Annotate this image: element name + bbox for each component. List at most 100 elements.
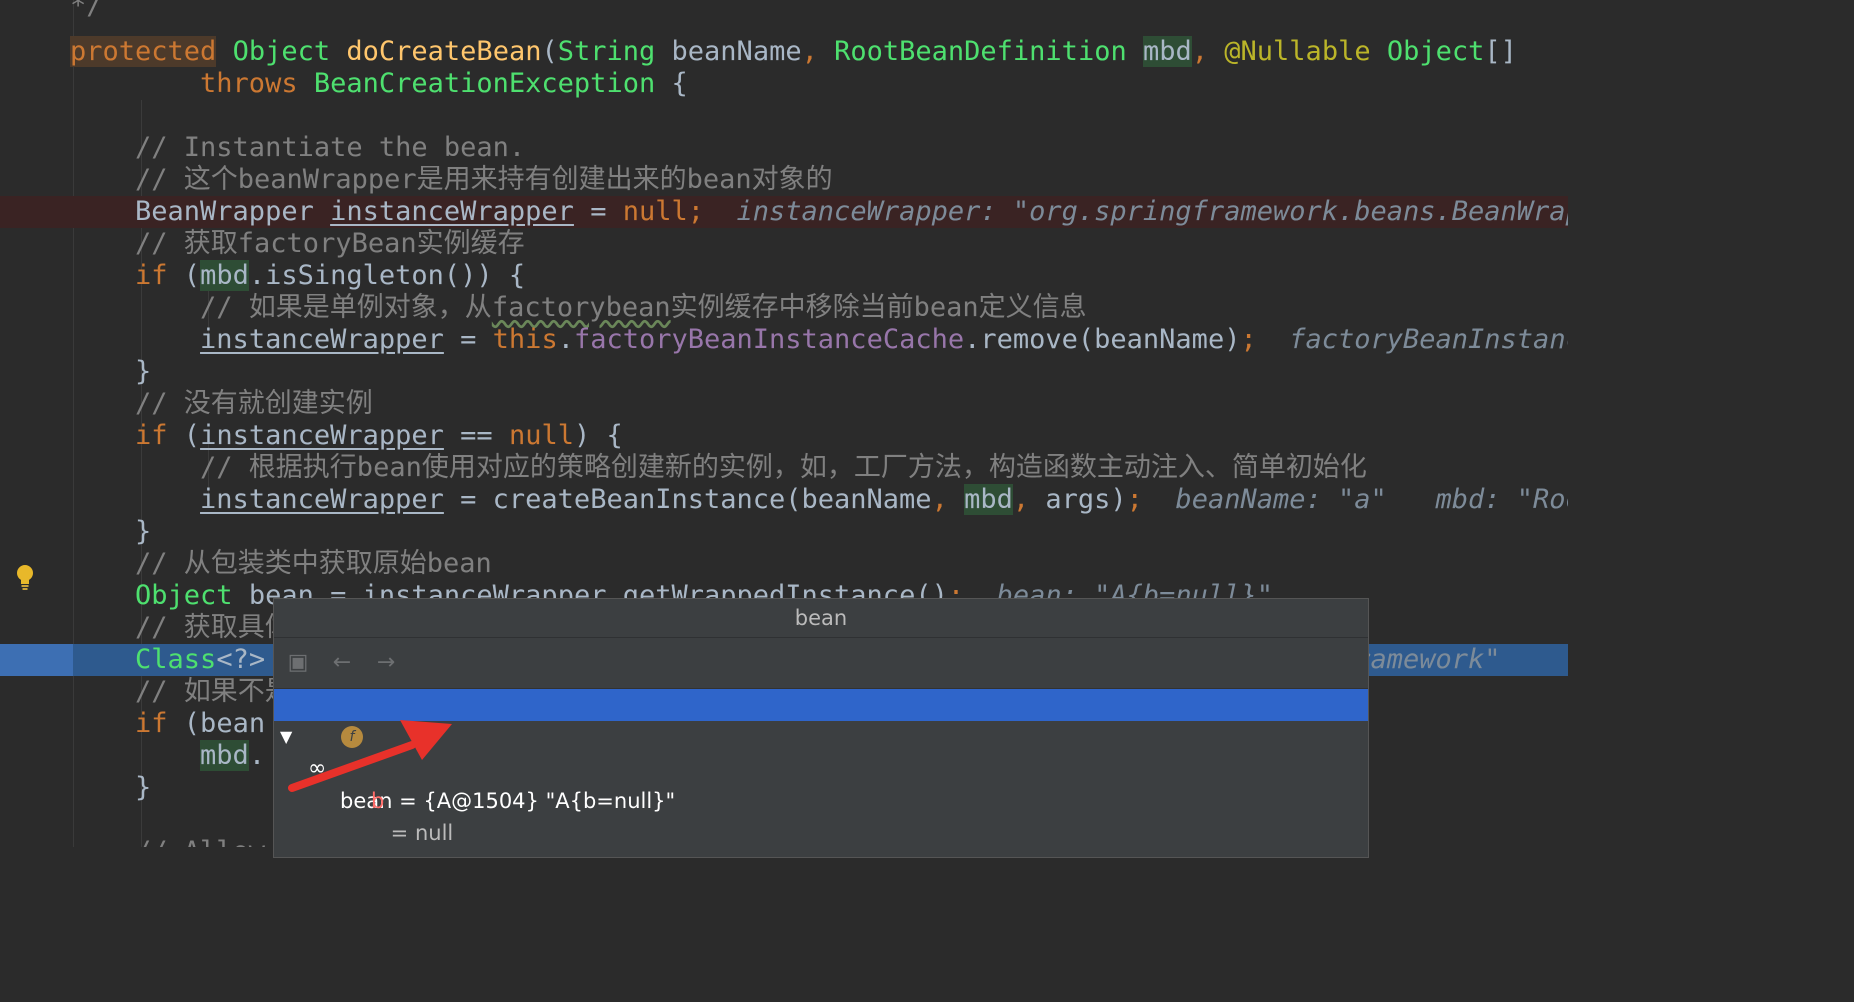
code-line[interactable]: // 这个beanWrapper是用来持有创建出来的bean对象的	[0, 164, 1568, 196]
code-token: ;	[1240, 324, 1257, 355]
code-token: beanName	[655, 36, 802, 67]
code-line[interactable]: BeanWrapper instanceWrapper = null; inst…	[0, 196, 1568, 228]
code-token: */	[70, 0, 103, 21]
code-token: this	[492, 324, 558, 355]
code-line[interactable]: // Instantiate the bean.	[0, 132, 1568, 164]
code-token: = createBeanInstance(beanName	[443, 484, 932, 515]
code-token: mbd	[964, 484, 1013, 515]
code-token: (	[541, 36, 558, 67]
code-token: factorybean	[491, 292, 671, 323]
code-token: factoryBeanInstanceCache: size = 0	[1289, 324, 1568, 355]
code-token: ,	[931, 484, 965, 515]
code-token: ;	[687, 196, 705, 227]
code-line[interactable]: // 如果是单例对象，从factorybean实例缓存中移除当前bean定义信息	[0, 292, 1568, 324]
code-token: null	[508, 420, 574, 451]
code-line[interactable]: // 获取factoryBean实例缓存	[0, 228, 1568, 260]
code-token: protected	[70, 36, 217, 67]
code-line[interactable]: if (mbd.isSingleton()) {	[0, 260, 1568, 292]
code-token: ) {	[573, 420, 623, 451]
code-token: @Nullable	[1224, 36, 1371, 67]
code-token: ,	[1191, 36, 1225, 67]
code-token: BeanCreationException	[313, 68, 656, 99]
code-line[interactable]: throws BeanCreationException {	[0, 68, 1568, 100]
code-line[interactable]: instanceWrapper = createBeanInstance(bea…	[0, 484, 1568, 516]
code-line[interactable]	[0, 100, 1568, 132]
code-token: // 根据执行bean使用对应的策略创建新的实例，如，工厂方法，构造函数主动注入…	[70, 452, 1367, 483]
code-token: instanceWrapper	[200, 420, 444, 451]
code-line[interactable]: protected Object doCreateBean(String bea…	[0, 36, 1568, 68]
code-token: }	[70, 772, 152, 803]
code-token: throws	[70, 68, 314, 99]
code-token: mbd	[200, 260, 249, 291]
code-token: // 获取factoryBean实例缓存	[70, 228, 525, 259]
code-line[interactable]: }	[0, 516, 1568, 548]
code-token: if	[70, 708, 168, 739]
code-token: null	[622, 196, 688, 227]
code-line[interactable]: // 根据执行bean使用对应的策略创建新的实例，如，工厂方法，构造函数主动注入…	[0, 452, 1568, 484]
debug-value-popup[interactable]: bean ▣ ← → ▼ ∞ bean = {A@1504} "A{b=null…	[273, 598, 1369, 858]
code-token: <?>	[216, 644, 266, 675]
code-token: (	[167, 260, 201, 291]
tree-row-field-b[interactable]: f b = null	[274, 721, 1368, 845]
code-token: BeanWrapper	[70, 196, 331, 227]
tree-row-text: bean = {A@1504} "A{b=null}"	[340, 789, 676, 813]
field-icon: f	[341, 726, 363, 748]
code-token: factoryBeanInstanceCache	[573, 324, 965, 355]
forward-icon[interactable]: →	[372, 650, 400, 676]
code-line[interactable]: if (instanceWrapper == null) {	[0, 420, 1568, 452]
code-line[interactable]: // 没有就创建实例	[0, 388, 1568, 420]
code-token: // 从包装类中获取原始bean	[70, 548, 492, 579]
code-line[interactable]: */	[0, 0, 1568, 22]
code-token: ==	[443, 420, 509, 451]
code-token: .remove(beanName)	[964, 324, 1241, 355]
popup-title: bean	[274, 599, 1368, 638]
code-token: // 没有就创建实例	[70, 388, 373, 419]
code-token: (	[167, 420, 201, 451]
code-token: beanName: "a" mbd: "Root bean"	[1175, 484, 1568, 515]
back-icon[interactable]: ←	[328, 650, 356, 676]
code-token: // Allow	[70, 836, 265, 847]
code-token: ,	[1012, 484, 1046, 515]
code-token: // 如果不是	[70, 676, 292, 707]
code-token: (bean	[167, 708, 266, 739]
code-token: instanceWrapper	[200, 324, 444, 355]
code-token: instanceWrapper: "org.springframework.be…	[736, 196, 1568, 227]
code-token: =	[443, 324, 493, 355]
code-line[interactable]: // 从包装类中获取原始bean	[0, 548, 1568, 580]
code-token: ;	[1126, 484, 1143, 515]
code-token: }	[70, 516, 152, 547]
code-token: =	[573, 196, 623, 227]
code-line[interactable]: }	[0, 356, 1568, 388]
show-in-tree-icon[interactable]: ▣	[284, 650, 312, 676]
code-token: .	[248, 740, 266, 771]
tree-row-bean[interactable]: ▼ ∞ bean = {A@1504} "A{b=null}"	[274, 689, 1368, 813]
code-token: instanceWrapper	[200, 484, 444, 515]
popup-toolbar: ▣ ← →	[274, 638, 1368, 689]
code-token: // 如果是单例对象，从	[70, 292, 492, 323]
code-token: Object	[1386, 36, 1485, 67]
code-token: // 获取具体	[70, 612, 292, 643]
field-name: b	[371, 789, 385, 813]
watch-glasses-icon: ∞	[308, 756, 327, 781]
code-token: if	[70, 420, 168, 451]
code-token: .	[557, 324, 574, 355]
code-token: // 这个beanWrapper是用来持有创建出来的bean对象的	[70, 164, 833, 195]
code-token: if	[70, 260, 168, 291]
code-line[interactable]: instanceWrapper = this.factoryBeanInstan…	[0, 324, 1568, 356]
code-token: Class	[135, 644, 217, 675]
code-token: mbd	[200, 740, 249, 771]
lightbulb-icon[interactable]	[15, 564, 35, 590]
code-token: // Instantiate the bean.	[70, 132, 526, 163]
code-token: mbd	[1142, 36, 1192, 67]
code-token: []	[1484, 36, 1517, 67]
code-token: }	[70, 356, 152, 387]
code-token: String	[557, 36, 656, 67]
code-token: RootBeanDefinition	[834, 36, 1127, 67]
